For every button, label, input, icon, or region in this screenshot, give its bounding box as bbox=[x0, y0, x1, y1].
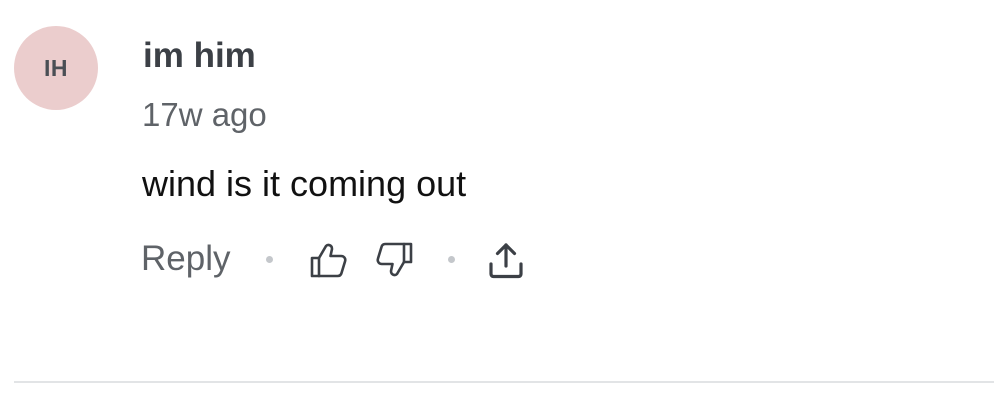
like-button[interactable] bbox=[306, 238, 350, 282]
comment-timestamp: 17w ago bbox=[142, 96, 267, 133]
avatar[interactable]: IH bbox=[14, 26, 98, 110]
comment-author[interactable]: im him bbox=[143, 36, 256, 76]
separator-dot bbox=[266, 256, 273, 263]
share-icon bbox=[489, 243, 523, 279]
divider bbox=[14, 381, 994, 383]
share-button[interactable] bbox=[484, 238, 528, 282]
comment-card: IH im him 17w ago wind is it coming out … bbox=[0, 0, 1000, 413]
thumbs-up-icon bbox=[310, 243, 347, 278]
dislike-button[interactable] bbox=[373, 238, 417, 282]
thumbs-down-icon bbox=[376, 242, 413, 277]
separator-dot bbox=[448, 256, 455, 263]
comment-body: wind is it coming out bbox=[142, 163, 467, 204]
avatar-initials: IH bbox=[44, 54, 68, 81]
reply-button[interactable]: Reply bbox=[141, 237, 230, 281]
comment-actions: Reply bbox=[0, 230, 1000, 290]
